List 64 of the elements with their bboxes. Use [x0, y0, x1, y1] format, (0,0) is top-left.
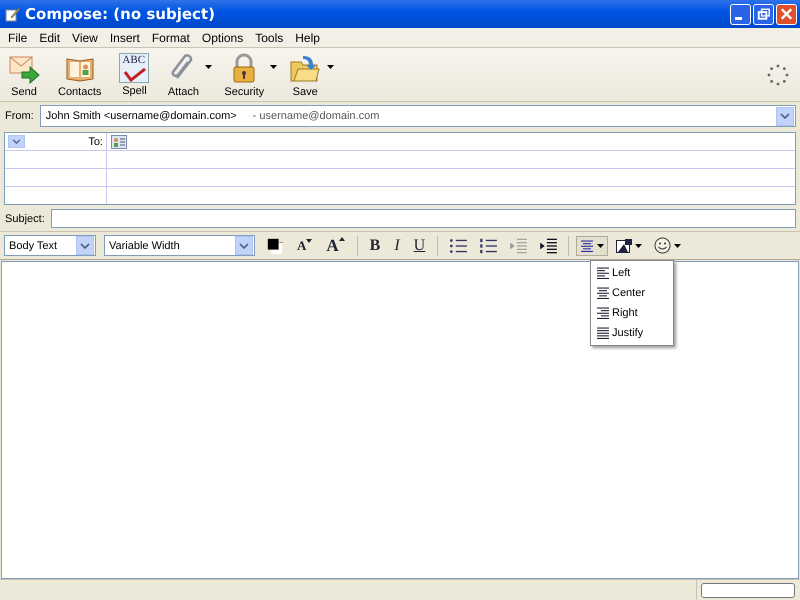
loading-spinner-icon: [766, 62, 790, 86]
window-title: Compose: (no subject): [25, 5, 216, 23]
down-arrow-icon: [306, 238, 312, 244]
larger-text-button[interactable]: A: [321, 236, 350, 256]
close-button[interactable]: [776, 4, 797, 24]
minimize-icon: [735, 16, 742, 20]
align-menu-button[interactable]: [576, 236, 608, 256]
menu-item[interactable]: Tools: [249, 30, 290, 44]
caret-icon: [597, 244, 604, 248]
align-justify-icon: [596, 326, 610, 340]
spellcheck-icon: ABC: [119, 52, 150, 82]
caret-icon: [674, 244, 682, 248]
from-dropdown[interactable]: John Smith <username@domain.com> - username@domain.com: [40, 105, 796, 127]
toolbar-button[interactable]: Contacts: [52, 50, 108, 100]
menu-item[interactable]: Edit: [33, 30, 66, 44]
align-menu-item[interactable]: Center: [591, 283, 673, 303]
restore-button[interactable]: [753, 4, 774, 24]
chevron-down-icon: [80, 242, 90, 248]
numbered-list-icon[interactable]: [478, 236, 498, 254]
indent-icon[interactable]: [538, 236, 558, 254]
subject-input-field[interactable]: [50, 209, 796, 228]
paragraph-style-dropdown[interactable]: Body Text: [4, 235, 96, 256]
address-card-icon: [111, 134, 127, 148]
minimize-button[interactable]: [730, 4, 751, 24]
subject-label: Subject:: [5, 212, 45, 224]
image-icon: [616, 238, 632, 252]
menu-item[interactable]: File: [2, 30, 34, 44]
toolbar-button[interactable]: Attach: [161, 50, 206, 100]
align-right-icon: [596, 306, 610, 320]
dropdown-caret-icon[interactable]: [270, 64, 278, 68]
chevron-down-icon: [780, 113, 790, 119]
from-label: From:: [5, 110, 34, 122]
toolbar-button[interactable]: Security: [218, 50, 270, 100]
font-dropdown[interactable]: Variable Width: [104, 235, 255, 256]
align-center-icon: [596, 286, 610, 300]
dropdown-caret-icon[interactable]: [327, 64, 334, 68]
align-menu-item[interactable]: Justify: [591, 323, 673, 343]
bulleted-list-icon[interactable]: [448, 236, 468, 254]
menu-item[interactable]: Format: [146, 30, 196, 44]
pencil-paper-icon: [5, 6, 21, 22]
toolbar-button[interactable]: Send: [2, 50, 46, 100]
text-color-icon[interactable]: [265, 236, 285, 254]
menu-item[interactable]: Insert: [104, 30, 146, 44]
recipient-type-dropdown[interactable]: To:: [5, 133, 107, 150]
italic-button[interactable]: I: [389, 236, 405, 254]
message-body-editor[interactable]: Left Center Right Justify: [1, 261, 799, 579]
chevron-down-icon: [12, 139, 21, 144]
chevron-down-icon: [239, 242, 249, 248]
smiley-icon: [654, 237, 672, 254]
underline-button[interactable]: U: [408, 236, 430, 254]
align-left-icon: [596, 266, 610, 280]
menu-item[interactable]: View: [66, 30, 104, 44]
caret-icon: [635, 244, 642, 248]
align-menu-item[interactable]: Left: [591, 263, 673, 283]
smaller-text-button[interactable]: A: [292, 238, 318, 254]
menu-item[interactable]: Help: [289, 30, 326, 44]
toolbar-button[interactable]: ABC Spell: [113, 50, 156, 98]
dropdown-caret-icon[interactable]: [205, 64, 212, 68]
align-center-icon: [580, 238, 594, 252]
bold-button[interactable]: B: [364, 236, 386, 254]
align-menu-item[interactable]: Right: [591, 303, 673, 323]
menu-item[interactable]: Options: [196, 30, 250, 44]
up-arrow-icon: [338, 236, 345, 242]
toolbar-button[interactable]: Save: [283, 50, 328, 100]
